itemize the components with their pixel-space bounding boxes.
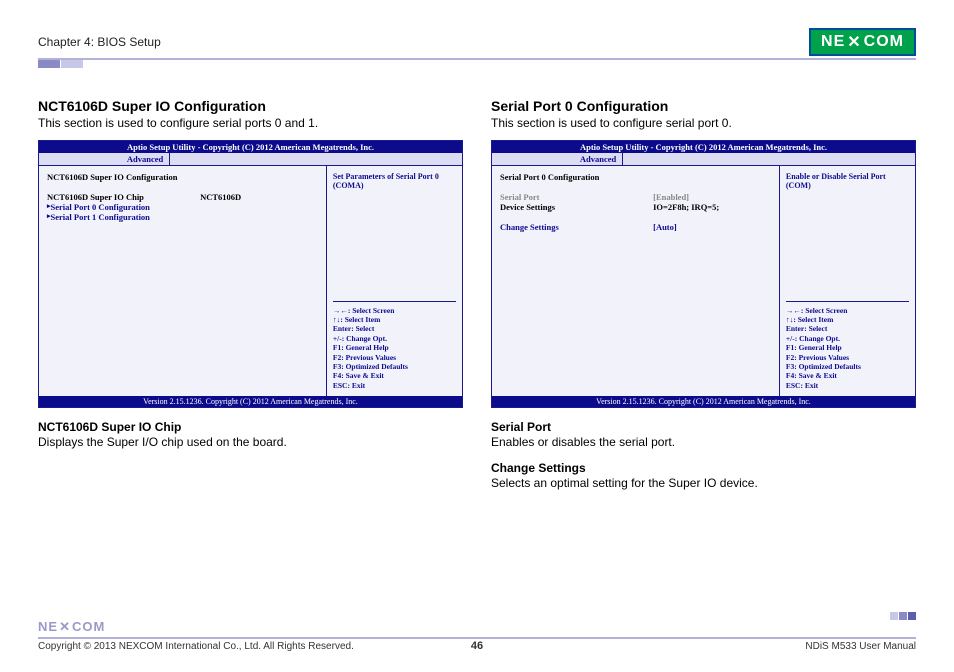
section-subtitle: This section is used to configure serial… <box>491 116 916 130</box>
section-subtitle: This section is used to configure serial… <box>38 116 463 130</box>
manual-name: NDiS M533 User Manual <box>805 641 916 652</box>
bios-screenshot-right: Aptio Setup Utility - Copyright (C) 2012… <box>491 140 916 408</box>
bios-row-link[interactable]: Serial Port 0 Configuration <box>51 202 318 212</box>
decoration <box>61 60 83 68</box>
bios-tab-advanced[interactable]: Advanced <box>121 153 170 165</box>
bios-row: NCT6106D Super IO Configuration <box>47 172 200 182</box>
bios-row: Serial Port 0 Configuration <box>500 172 771 182</box>
bios-row: NCT6106D Super IO Chip <box>47 192 200 202</box>
bios-menu-pane[interactable]: Serial Port 0 Configuration Serial Port[… <box>492 166 780 396</box>
footer-logo: NE✕COM <box>38 619 916 635</box>
bios-footer: Version 2.15.1236. Copyright (C) 2012 Am… <box>492 396 915 407</box>
page-number: 46 <box>471 640 483 652</box>
desc-heading: NCT6106D Super IO Chip <box>38 420 463 434</box>
desc-text: Displays the Super I/O chip used on the … <box>38 435 463 449</box>
decoration <box>890 612 916 620</box>
desc-text: Enables or disables the serial port. <box>491 435 916 449</box>
section-title: Serial Port 0 Configuration <box>491 98 916 114</box>
bios-footer: Version 2.15.1236. Copyright (C) 2012 Am… <box>39 396 462 407</box>
decoration <box>38 60 60 68</box>
desc-text: Selects an optimal setting for the Super… <box>491 476 916 490</box>
section-title: NCT6106D Super IO Configuration <box>38 98 463 114</box>
bios-key-legend: →←: Select Screen ↑↓: Select Item Enter:… <box>333 301 456 390</box>
chapter-label: Chapter 4: BIOS Setup <box>38 35 161 49</box>
bios-title: Aptio Setup Utility - Copyright (C) 2012… <box>492 141 915 153</box>
bios-row[interactable]: Change Settings <box>500 222 653 232</box>
bios-row: Device Settings <box>500 202 653 212</box>
bios-row-link[interactable]: Serial Port 1 Configuration <box>51 212 318 222</box>
bios-key-legend: →←: Select Screen ↑↓: Select Item Enter:… <box>786 301 909 390</box>
bios-menu-pane[interactable]: NCT6106D Super IO Configuration NCT6106D… <box>39 166 327 396</box>
desc-heading: Serial Port <box>491 420 916 434</box>
desc-heading: Change Settings <box>491 461 916 475</box>
bios-help-text: Enable or Disable Serial Port (COM) <box>786 172 909 301</box>
copyright-text: Copyright © 2013 NEXCOM International Co… <box>38 641 354 652</box>
bios-row[interactable]: Serial Port <box>500 192 653 202</box>
bios-title: Aptio Setup Utility - Copyright (C) 2012… <box>39 141 462 153</box>
brand-logo: NE✕COM <box>809 28 916 56</box>
bios-screenshot-left: Aptio Setup Utility - Copyright (C) 2012… <box>38 140 463 408</box>
bios-help-text: Set Parameters of Serial Port 0 (COMA) <box>333 172 456 301</box>
bios-tab-advanced[interactable]: Advanced <box>574 153 623 165</box>
